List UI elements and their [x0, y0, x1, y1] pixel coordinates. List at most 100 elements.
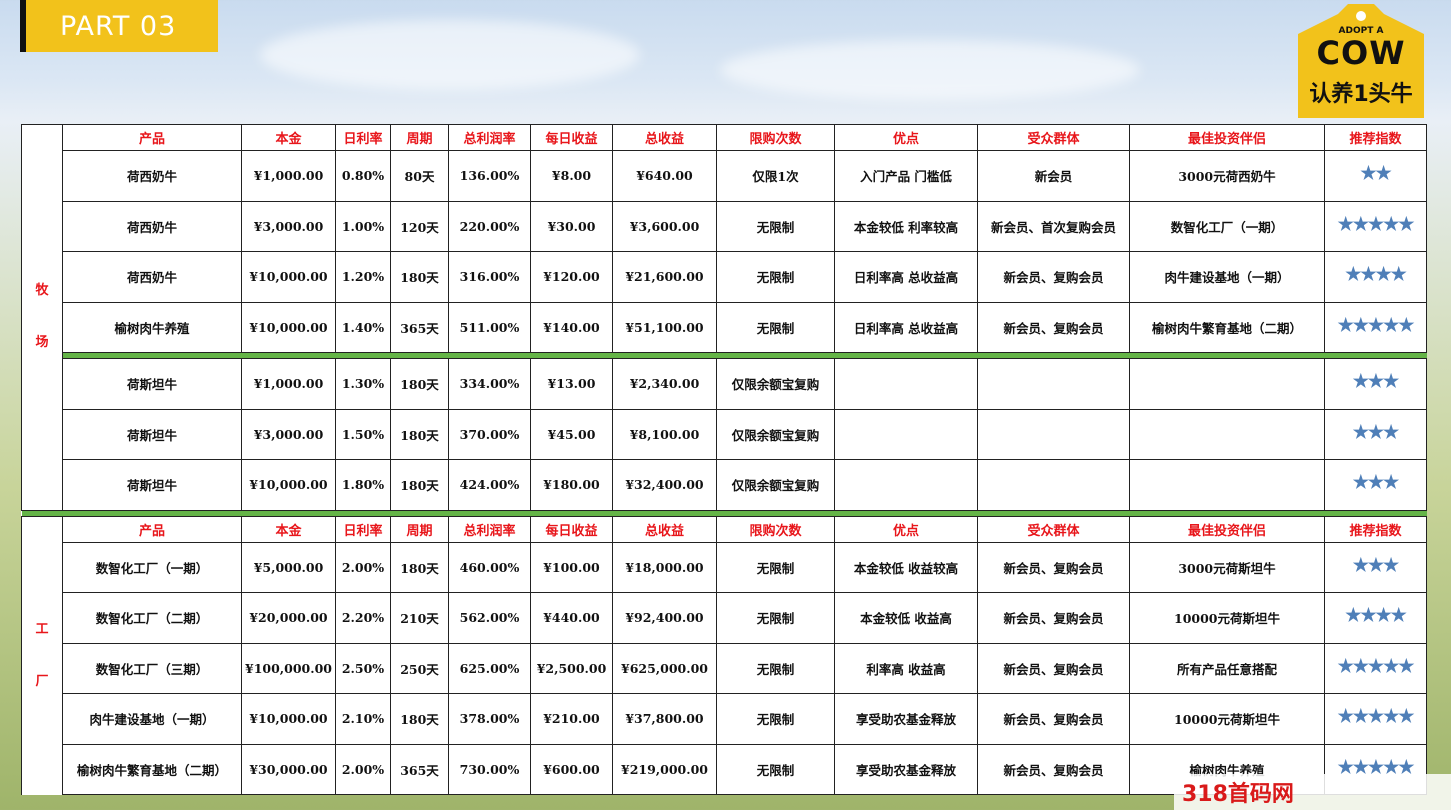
table-row: 荷斯坦牛 ¥1,000.00 1.30% 180天 334.00% ¥13.00 ¥2,34…: [22, 358, 1427, 410]
table-cell: 2.10%: [335, 693, 391, 745]
column-header: 受众群体: [977, 124, 1130, 151]
table-row: 数智化工厂（二期） ¥20,000.00 2.20% 210天 562.00% ¥440.…: [22, 592, 1427, 644]
table-cell: ¥10,000.00: [241, 693, 336, 745]
column-header: 限购次数: [716, 515, 835, 543]
table-cell: ¥92,400.00: [612, 592, 717, 644]
table-cell: ¥18,000.00: [612, 541, 717, 593]
table-cell: 3000元荷斯坦牛: [1129, 541, 1325, 593]
table-cell: ¥1,000.00: [241, 358, 336, 410]
table-cell: 荷斯坦牛: [62, 459, 242, 511]
rating-stars-icon: ★★★: [1352, 421, 1399, 443]
table-cell: ¥140.00: [530, 301, 613, 353]
table-cell: 1.20%: [335, 251, 391, 303]
table-cell: 日利率高 总收益高: [834, 251, 978, 303]
table-cell: 新会员、首次复购会员: [977, 200, 1130, 252]
table-cell: 入门产品 门槛低: [834, 150, 978, 202]
table-cell: 250天: [390, 642, 449, 694]
header-row: 牧场 产品 本金 日利率 周期 总利润率 每日收益 总收益 限购次数 优点 受众群体 最佳投资伴侣 推荐…: [21, 124, 1427, 510]
table-cell: ¥625,000.00: [612, 642, 717, 694]
table-cell: 本金较低 收益较高: [834, 541, 978, 593]
table-cell: 无限制: [716, 592, 835, 644]
table-cell: 511.00%: [448, 301, 531, 353]
table-cell: [1129, 459, 1325, 511]
table-cell: ¥32,400.00: [612, 459, 717, 511]
table-cell: 10000元荷斯坦牛: [1129, 693, 1325, 745]
table-cell: 新会员、复购会员: [977, 592, 1130, 644]
table-cell: 0.80%: [335, 150, 391, 202]
rating-stars-icon: ★★★: [1352, 371, 1399, 393]
column-header: 本金: [241, 515, 336, 543]
table-cell: 1.30%: [335, 358, 391, 410]
table-cell: [1129, 358, 1325, 410]
table-cell: 730.00%: [448, 743, 531, 795]
column-header: 日利率: [335, 515, 391, 543]
table-cell: 榆树肉牛繁育基地（二期）: [1129, 301, 1325, 353]
table-cell: 无限制: [716, 642, 835, 694]
table-cell: ¥21,600.00: [612, 251, 717, 303]
table-cell: 荷西奶牛: [62, 150, 242, 202]
table-cell: 10000元荷斯坦牛: [1129, 592, 1325, 644]
cloud: [720, 40, 1140, 100]
column-header: 每日收益: [530, 124, 613, 151]
table-row: 肉牛建设基地（一期） ¥10,000.00 2.10% 180天 378.00% ¥210…: [22, 693, 1427, 745]
rating-cell: ★★★: [1324, 358, 1427, 410]
table-cell: ¥37,800.00: [612, 693, 717, 745]
table-cell: 136.00%: [448, 150, 531, 202]
table-cell: ¥30,000.00: [241, 743, 336, 795]
table-cell: ¥8.00: [530, 150, 613, 202]
rating-cell: ★★★: [1324, 408, 1427, 460]
table-cell: 荷斯坦牛: [62, 358, 242, 410]
table-cell: 肉牛建设基地（一期）: [62, 693, 242, 745]
table-cell: ¥3,000.00: [241, 408, 336, 460]
table-cell: 数智化工厂（三期）: [62, 642, 242, 694]
table-cell: 新会员、复购会员: [977, 541, 1130, 593]
table-cell: 新会员: [977, 150, 1130, 202]
rating-cell: ★★★★★: [1324, 642, 1427, 694]
rating-stars-icon: ★★★★: [1345, 264, 1407, 286]
table-cell: 365天: [390, 743, 449, 795]
table-cell: 数智化工厂（一期）: [62, 541, 242, 593]
table-cell: ¥440.00: [530, 592, 613, 644]
table-cell: [977, 459, 1130, 511]
investment-table: 牧场 产品 本金 日利率 周期 总利润率 每日收益 总收益 限购次数 优点 受众群体 最佳投资伴侣 推荐…: [21, 124, 1427, 804]
table-cell: 2.50%: [335, 642, 391, 694]
header-row: 工厂 产品 本金 日利率 周期 总利润率 每日收益 总收益 限购次数 优点 受众群体 最佳投资伴侣 推荐…: [21, 515, 1427, 795]
table-cell: 无限制: [716, 693, 835, 745]
table-cell: 新会员、复购会员: [977, 301, 1130, 353]
adopt-a-cow-logo: ADOPT A COW 认养1头牛: [1298, 4, 1424, 118]
column-header: 限购次数: [716, 124, 835, 151]
column-header: 最佳投资伴侣: [1129, 124, 1325, 151]
table-cell: 180天: [390, 541, 449, 593]
table-row: 荷斯坦牛 ¥3,000.00 1.50% 180天 370.00% ¥45.00 ¥8,10…: [22, 408, 1427, 460]
part-label: PART 03: [20, 0, 218, 52]
table-cell: [834, 459, 978, 511]
rating-stars-icon: ★★★★★: [1337, 213, 1415, 235]
site-watermark: 318首码网 www.e318.com: [1174, 774, 1451, 810]
table-cell: 180天: [390, 408, 449, 460]
column-header: 总收益: [612, 124, 717, 151]
column-header: 最佳投资伴侣: [1129, 515, 1325, 543]
rating-stars-icon: ★★★: [1352, 472, 1399, 494]
table-cell: 316.00%: [448, 251, 531, 303]
rating-cell: ★★★★★: [1324, 301, 1427, 353]
table-cell: 无限制: [716, 251, 835, 303]
table-cell: 肉牛建设基地（一期）: [1129, 251, 1325, 303]
table-cell: 370.00%: [448, 408, 531, 460]
table-cell: ¥5,000.00: [241, 541, 336, 593]
table-cell: 利率高 收益高: [834, 642, 978, 694]
column-header: 总利润率: [448, 515, 531, 543]
rating-cell: ★★★★★: [1324, 693, 1427, 745]
column-header: 本金: [241, 124, 336, 151]
column-header: 推荐指数: [1324, 124, 1427, 151]
table-cell: ¥3,000.00: [241, 200, 336, 252]
table-cell: 新会员、复购会员: [977, 743, 1130, 795]
column-header: 优点: [834, 124, 978, 151]
table-cell: ¥120.00: [530, 251, 613, 303]
table-cell: 荷西奶牛: [62, 200, 242, 252]
column-header: 产品: [62, 515, 242, 543]
table-cell: 无限制: [716, 743, 835, 795]
column-header: 产品: [62, 124, 242, 151]
rating-cell: ★★★★: [1324, 592, 1427, 644]
column-header: 总收益: [612, 515, 717, 543]
rating-stars-icon: ★★★★: [1345, 605, 1407, 627]
